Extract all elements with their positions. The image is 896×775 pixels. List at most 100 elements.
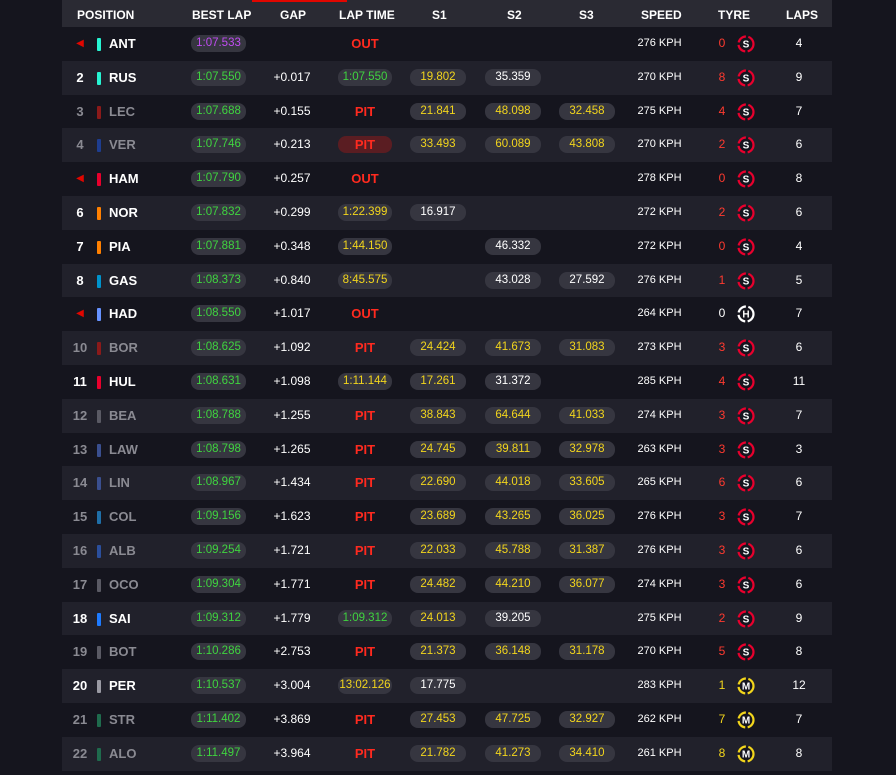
position-number: 8 (76, 272, 84, 288)
header-tyre[interactable]: TYRE (718, 8, 750, 22)
gap-value: +1.721 (273, 542, 311, 557)
sector-2: 41.273 (485, 744, 541, 762)
gap-value: +0.840 (273, 272, 311, 287)
tyre-age: 8 (718, 745, 726, 760)
sector-3: 43.808 (559, 136, 615, 154)
sector-2: 39.811 (485, 440, 541, 458)
pit-status: PIT (354, 509, 376, 525)
header-gap[interactable]: GAP (280, 8, 306, 22)
position-number: 4 (76, 137, 84, 153)
best-lap: 1:07.688 (191, 102, 246, 120)
pit-status: PIT (354, 407, 376, 423)
table-row[interactable]: 12 BEA 1:08.788 +1.255 PIT 38.843 64.644 41.033… (62, 398, 832, 433)
position-number: 11 (73, 373, 87, 389)
table-row[interactable]: 16 ALB 1:09.254 +1.721 PIT 22.033 45.788 31.387… (62, 533, 832, 568)
team-color-bar (97, 443, 101, 457)
sector-2: 43.265 (485, 508, 541, 526)
header-best-lap[interactable]: BEST LAP (192, 8, 251, 22)
soft-tyre-icon: S (736, 68, 756, 88)
position-arrow: ◀ (76, 173, 84, 185)
speed-value: 263 KPH (637, 442, 682, 455)
best-lap: 1:08.631 (191, 372, 246, 390)
header-position[interactable]: POSITION (77, 8, 134, 22)
driver-code: BEA (109, 407, 137, 423)
table-row[interactable]: ◀ HAD 1:08.550 +1.017 OUT 264 KPH 0 H 7 (62, 297, 832, 331)
sector-2: 47.725 (485, 710, 541, 728)
driver-code: VER (109, 137, 136, 153)
position-number: 21 (72, 711, 88, 727)
team-color-bar (97, 713, 101, 727)
laps-count: 6 (795, 576, 803, 591)
sector-1: 38.843 (410, 406, 466, 424)
position-number: 18 (72, 610, 88, 626)
sector-2: 31.372 (485, 372, 541, 390)
header-s2[interactable]: S2 (507, 8, 522, 22)
tyre-compound-letter: S (743, 445, 750, 456)
sector-3: 27.592 (559, 271, 615, 289)
header-s3[interactable]: S3 (579, 8, 594, 22)
tyre-age: 1 (718, 272, 726, 287)
laps-count: 7 (795, 711, 803, 726)
tyre-compound-letter: S (743, 648, 750, 659)
header-lap-time[interactable]: LAP TIME (339, 8, 395, 22)
team-color-bar (97, 578, 101, 592)
table-row[interactable]: 11 HUL 1:08.631 +1.098 1:11.144 17.261 31.372 2… (62, 365, 832, 399)
tyre-age: 1 (718, 678, 726, 693)
table-row[interactable]: 20 PER 1:10.537 +3.004 13:02.126 17.775 283 KP… (62, 669, 832, 703)
header-laps[interactable]: LAPS (786, 8, 818, 22)
sector-1: 24.482 (410, 575, 466, 593)
table-row[interactable]: 2 RUS 1:07.550 +0.017 1:07.550 19.802 35.359 27… (62, 60, 832, 95)
sector-2: 43.028 (485, 271, 541, 289)
team-color-bar (97, 38, 101, 51)
team-color-bar (97, 240, 101, 254)
tyre-age: 2 (718, 137, 726, 152)
team-color-bar (97, 477, 101, 491)
table-row[interactable]: 8 GAS 1:08.373 +0.840 8:45.575 43.028 27.592 27… (62, 263, 832, 298)
soft-tyre-icon: S (736, 203, 756, 223)
best-lap: 1:09.156 (191, 508, 246, 526)
header-speed[interactable]: SPEED (641, 8, 682, 22)
table-row[interactable]: 3 LEC 1:07.688 +0.155 PIT 21.841 48.098 32.458 2… (62, 95, 832, 129)
driver-code: LIN (109, 475, 130, 491)
lap-time: 1:11.144 (338, 372, 392, 390)
table-row[interactable]: 4 VER 1:07.746 +0.213 PIT 33.493 60.089 43.808 2… (62, 128, 832, 163)
best-lap: 1:11.497 (191, 744, 246, 762)
soft-tyre-icon: S (736, 135, 756, 155)
table-row[interactable]: 19 BOT 1:10.286 +2.753 PIT 21.373 36.148 31.178… (62, 635, 832, 669)
gap-value: +0.348 (273, 238, 311, 253)
table-row[interactable]: 10 BOR 1:08.625 +1.092 PIT 24.424 41.673 31.083… (62, 331, 832, 365)
speed-value: 275 KPH (637, 611, 682, 624)
sector-1: 21.841 (410, 102, 466, 120)
table-row[interactable]: 15 COL 1:09.156 +1.623 PIT 23.689 43.265 36.025… (62, 500, 832, 534)
soft-tyre-icon: S (736, 473, 756, 493)
laps-count: 7 (795, 407, 803, 422)
table-row[interactable]: 13 LAW 1:08.798 +1.265 PIT 24.745 39.811 32.978… (62, 433, 832, 467)
best-lap: 1:11.402 (191, 710, 246, 728)
gap-value: +1.771 (273, 576, 311, 591)
best-lap: 1:09.312 (191, 609, 246, 627)
gap-value: +0.213 (273, 137, 311, 152)
driver-code: ALO (109, 745, 137, 761)
tyre-compound-letter: S (743, 513, 750, 524)
pit-status: PIT (338, 136, 392, 154)
table-row[interactable]: 21 STR 1:11.402 +3.869 PIT 27.453 47.725 32.927… (62, 703, 832, 737)
table-row[interactable]: 22 ALO 1:11.497 +3.964 PIT 21.782 41.273 34.410… (62, 736, 832, 771)
tyre-age: 4 (718, 373, 726, 388)
table-row[interactable]: ◀ HAM 1:07.790 +0.257 OUT 278 KPH 0 S 8 (62, 162, 832, 196)
table-row[interactable]: ◀ ANT 1:07.533 OUT 276 KPH 0 S 4 (62, 27, 832, 61)
tyre-age: 3 (718, 576, 726, 591)
table-row[interactable]: 14 LIN 1:08.967 +1.434 PIT 22.690 44.018 33.605… (62, 466, 832, 501)
table-row[interactable]: 7 PIA 1:07.881 +0.348 1:44.150 46.332 272 KPH 0… (62, 230, 832, 264)
laps-count: 8 (795, 644, 803, 659)
table-row[interactable]: 17 OCO 1:09.304 +1.771 PIT 24.482 44.210 36.077… (62, 568, 832, 602)
table-row[interactable]: 18 SAI 1:09.312 +1.779 1:09.312 24.013 39.205 2… (62, 601, 832, 636)
tyre-compound-letter: M (742, 749, 750, 760)
sector-1: 24.013 (410, 609, 466, 627)
team-color-bar (97, 375, 101, 389)
laps-count: 6 (795, 204, 803, 219)
header-s1[interactable]: S1 (432, 8, 447, 22)
lap-time: 8:45.575 (338, 271, 392, 289)
header-accent-bar (252, 0, 347, 2)
tyre-age: 4 (718, 103, 726, 118)
table-row[interactable]: 6 NOR 1:07.832 +0.299 1:22.399 16.917 272 KPH 2… (62, 195, 832, 230)
